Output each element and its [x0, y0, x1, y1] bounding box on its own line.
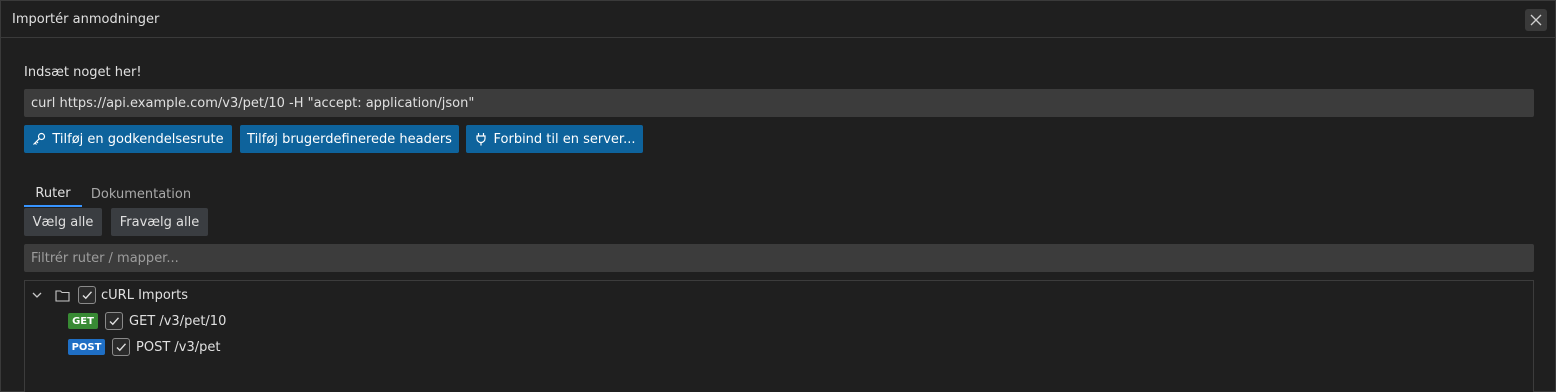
connect-server-label: Forbind til en server... — [493, 131, 636, 147]
tab-documentation-label: Dokumentation — [90, 186, 192, 202]
method-badge-post: POST — [68, 339, 105, 355]
route-checkbox[interactable] — [105, 312, 123, 330]
folder-checkbox[interactable] — [78, 286, 96, 304]
check-icon — [115, 341, 127, 353]
tree-route-row[interactable]: POST POST /v3/pet — [68, 336, 220, 358]
select-all-button[interactable]: Vælg alle — [24, 208, 102, 236]
tab-routes[interactable]: Ruter — [24, 181, 82, 207]
check-icon — [108, 315, 120, 327]
key-icon — [32, 132, 46, 146]
chevron-down-icon[interactable] — [31, 289, 45, 301]
deselect-all-button[interactable]: Fravælg alle — [111, 208, 208, 236]
import-requests-dialog: Importér anmodninger Indsæt noget her! T… — [0, 0, 1556, 392]
add-auth-route-button[interactable]: Tilføj en godkendelsesrute — [24, 125, 232, 153]
route-label: GET /v3/pet/10 — [129, 313, 227, 329]
deselect-all-label: Fravælg alle — [119, 214, 200, 230]
connect-server-button[interactable]: Forbind til en server... — [466, 125, 643, 153]
method-badge-get: GET — [68, 313, 98, 329]
route-tree: cURL Imports GET GET /v3/pet/10 POST POS… — [24, 280, 1534, 392]
close-icon — [1530, 14, 1542, 26]
tree-folder-row[interactable]: cURL Imports — [31, 284, 188, 306]
route-label: POST /v3/pet — [136, 339, 221, 355]
dialog-title: Importér anmodninger — [12, 12, 160, 27]
plug-icon — [474, 132, 488, 146]
add-custom-headers-button[interactable]: Tilføj brugerdefinerede headers — [240, 125, 459, 153]
close-button[interactable] — [1525, 9, 1547, 31]
add-custom-headers-label: Tilføj brugerdefinerede headers — [247, 131, 452, 147]
route-checkbox[interactable] — [112, 338, 130, 356]
tab-documentation[interactable]: Dokumentation — [88, 181, 194, 207]
title-bar: Importér anmodninger — [1, 1, 1555, 38]
folder-label: cURL Imports — [101, 287, 188, 303]
select-all-label: Vælg alle — [32, 214, 94, 230]
add-auth-route-label: Tilføj en godkendelsesrute — [52, 131, 224, 147]
route-filter-input[interactable] — [24, 244, 1534, 272]
tree-route-row[interactable]: GET GET /v3/pet/10 — [68, 310, 226, 332]
check-icon — [81, 289, 93, 301]
curl-input[interactable] — [24, 89, 1534, 117]
paste-prompt-label: Indsæt noget her! — [24, 65, 142, 80]
tab-routes-label: Ruter — [35, 185, 71, 201]
folder-icon — [55, 289, 70, 302]
